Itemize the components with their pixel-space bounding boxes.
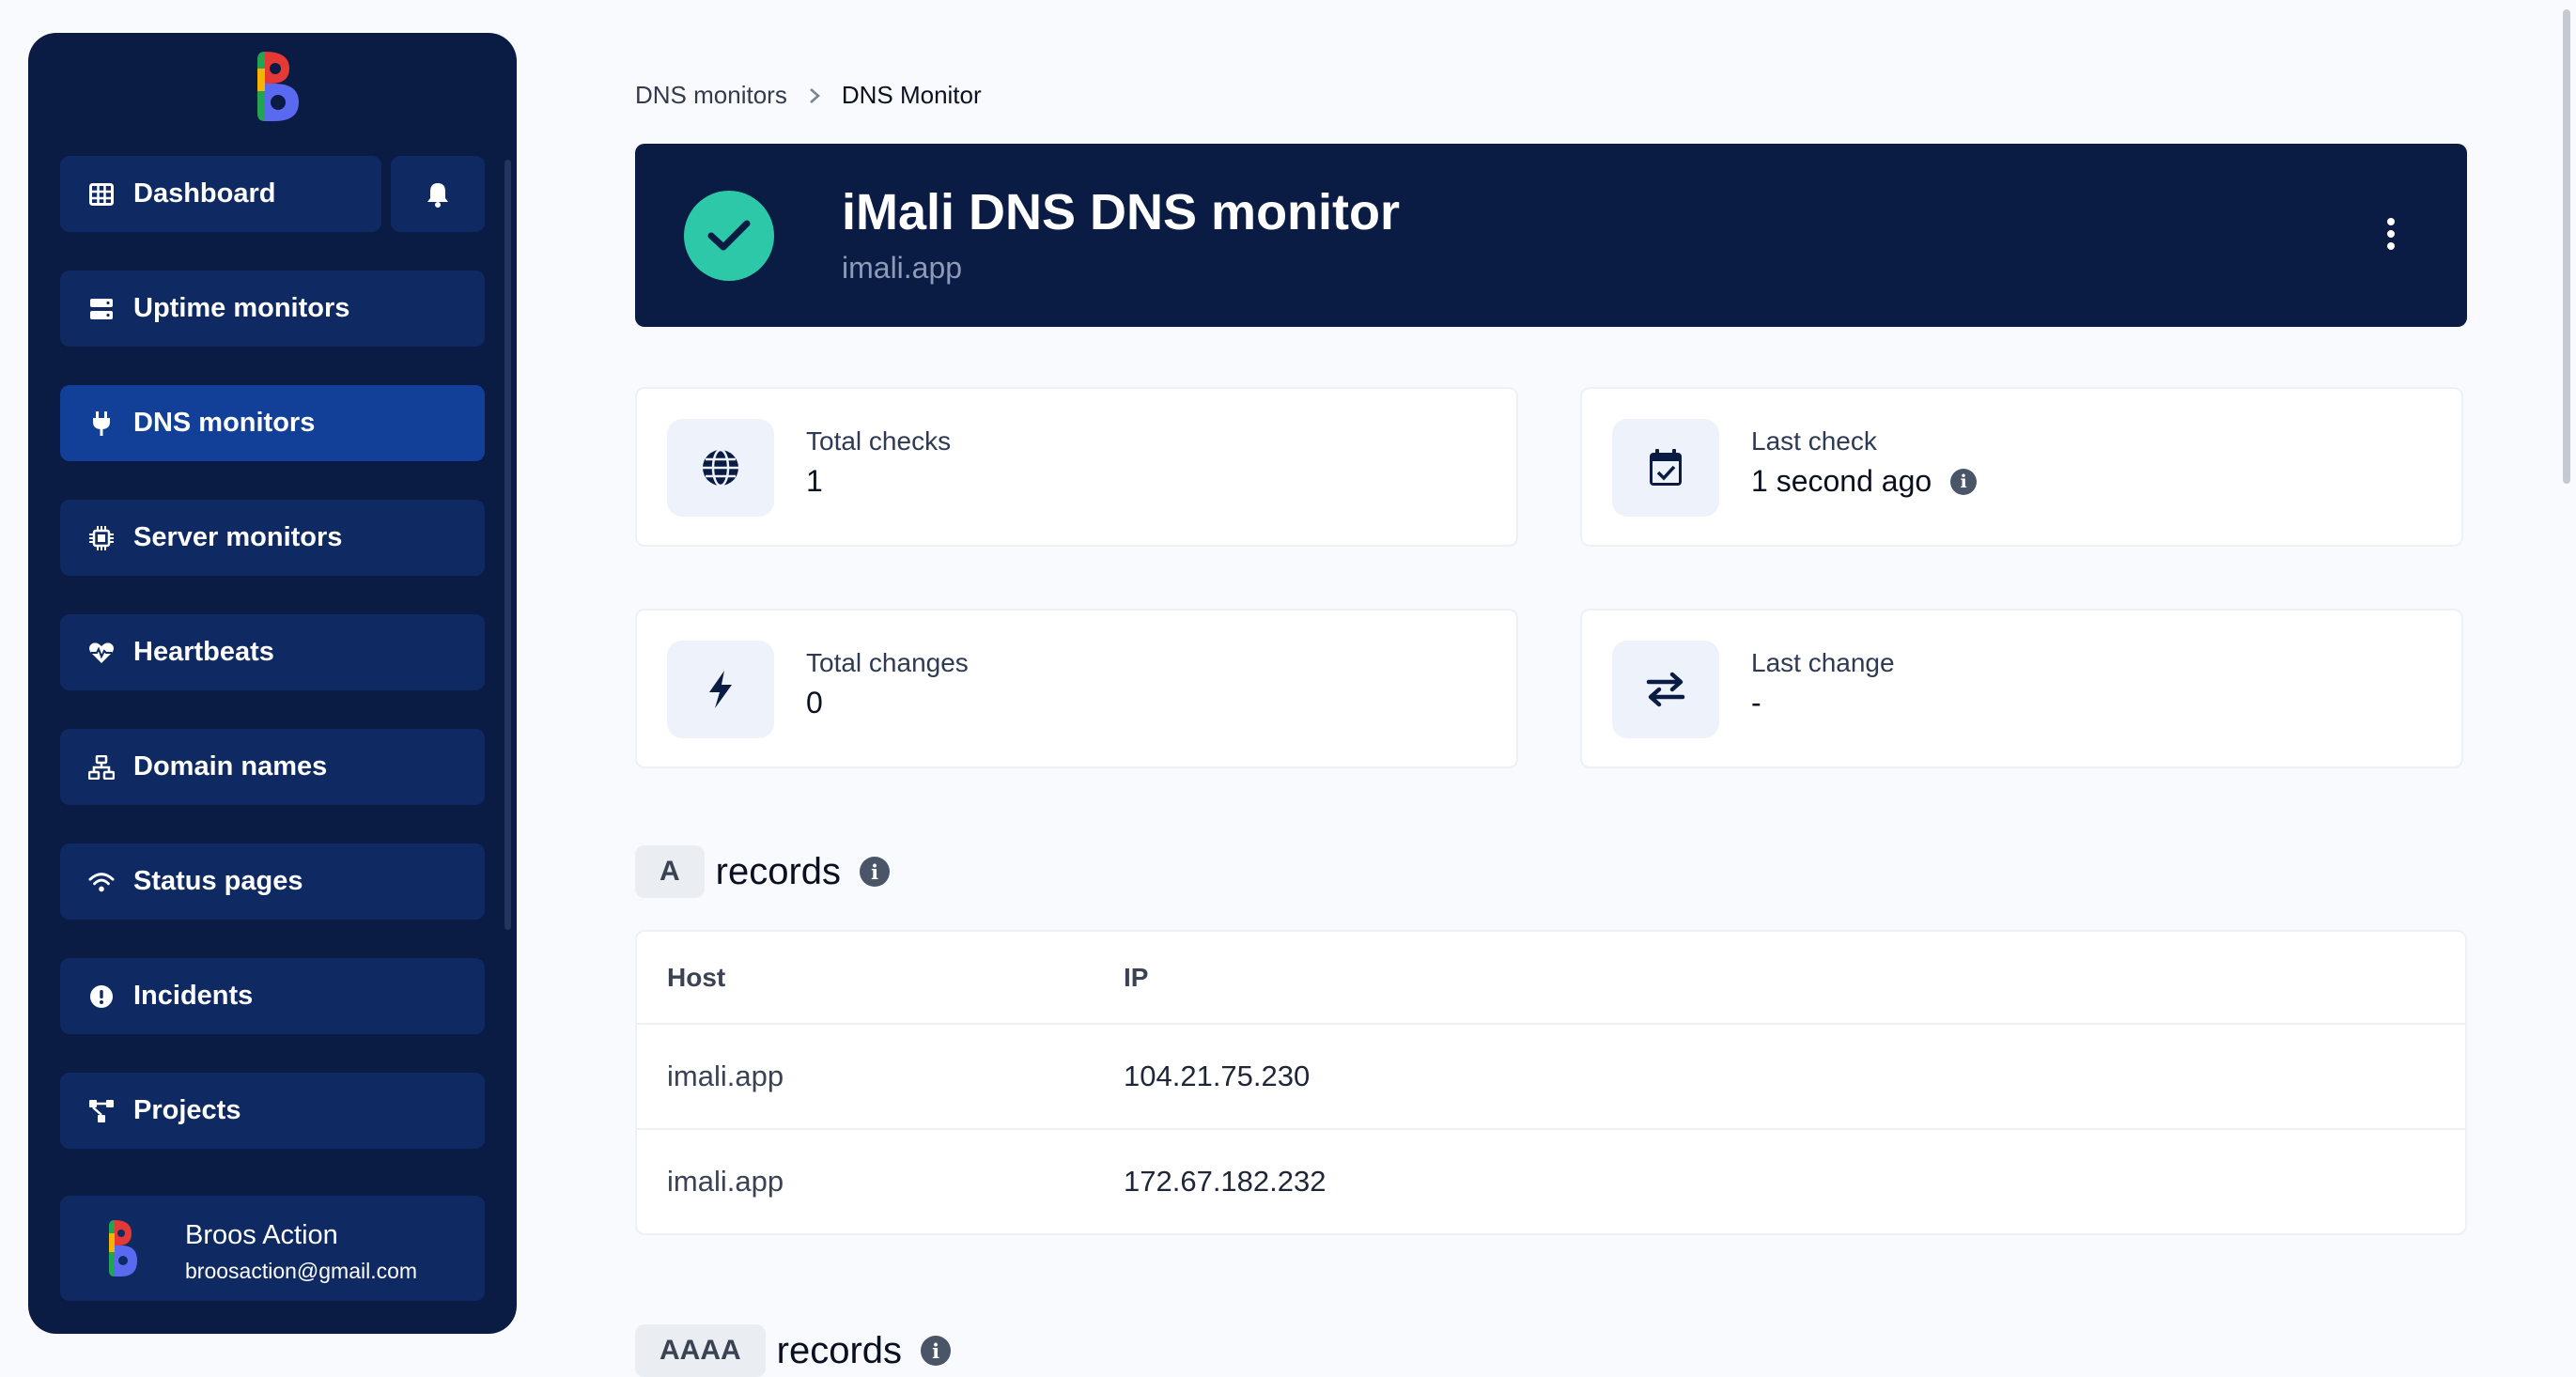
info-icon[interactable]: i xyxy=(1950,468,1978,495)
ip-cell: 104.21.75.230 xyxy=(1124,1060,1311,1092)
sidebar-item-label: Dashboard xyxy=(133,178,276,209)
table-row: imali.app 172.67.182.232 xyxy=(637,1128,2465,1233)
sidebar-item-uptime-monitors[interactable]: Uptime monitors xyxy=(60,271,485,347)
total-changes-value: 0 xyxy=(806,686,823,719)
sidebar-item-label: Incidents xyxy=(133,981,254,1011)
diagram-icon xyxy=(88,1098,115,1124)
page-scrollbar[interactable] xyxy=(2555,0,2576,1354)
stat-value: 1 xyxy=(806,464,823,499)
chip-icon xyxy=(88,525,115,551)
table-row: imali.app 104.21.75.230 xyxy=(637,1023,2465,1128)
record-type-badge: A xyxy=(635,845,705,898)
more-options-icon[interactable] xyxy=(2377,206,2405,262)
table-header: Host IP xyxy=(637,932,2465,1023)
host-cell: imali.app xyxy=(667,1165,784,1198)
breadcrumb-parent-link[interactable]: DNS monitors xyxy=(635,81,787,110)
stat-total-checks: Total checks 1 xyxy=(635,387,1518,547)
stat-total-changes: Total changes 0 xyxy=(635,609,1518,768)
info-icon[interactable]: i xyxy=(921,1336,952,1366)
sidebar-item-label: Status pages xyxy=(133,866,303,896)
server-icon xyxy=(88,296,115,322)
a-records-table: Host IP imali.app 104.21.75.230 imali.ap… xyxy=(635,930,2467,1235)
column-header-ip: IP xyxy=(1124,962,1149,992)
calendar-check-icon xyxy=(1612,419,1719,517)
stat-value: 1 second ago i xyxy=(1751,464,1978,499)
bell-icon xyxy=(427,182,448,208)
sidebar-item-heartbeats[interactable]: Heartbeats xyxy=(60,614,485,690)
sidebar-item-label: Projects xyxy=(133,1095,241,1125)
stat-label: Total changes xyxy=(806,648,969,677)
stat-label: Last change xyxy=(1751,648,1895,677)
notifications-button[interactable] xyxy=(391,156,485,232)
sidebar: Dashboard Uptime monitors DNS monitors S… xyxy=(28,33,517,1334)
sidebar-item-dashboard[interactable]: Dashboard xyxy=(60,156,381,232)
info-icon[interactable]: i xyxy=(860,857,891,887)
sidebar-item-label: Domain names xyxy=(133,751,328,781)
sidebar-item-status-pages[interactable]: Status pages xyxy=(60,843,485,920)
user-name: Broos Action xyxy=(185,1220,338,1250)
sidebar-item-label: Uptime monitors xyxy=(133,293,350,323)
bolt-icon xyxy=(667,641,774,738)
last-check-value: 1 second ago xyxy=(1751,464,1932,498)
monitor-domain: imali.app xyxy=(842,251,963,285)
avatar xyxy=(109,1220,137,1276)
sidebar-item-server-monitors[interactable]: Server monitors xyxy=(60,500,485,576)
stat-last-change: Last change - xyxy=(1580,609,2463,768)
alert-circle-icon xyxy=(88,983,115,1010)
user-profile[interactable]: Broos Action broosaction@gmail.com xyxy=(60,1196,485,1301)
sidebar-item-dns-monitors[interactable]: DNS monitors xyxy=(60,385,485,461)
stat-last-check: Last check 1 second ago i xyxy=(1580,387,2463,547)
total-checks-value: 1 xyxy=(806,464,823,498)
wifi-icon xyxy=(88,869,115,895)
record-type-badge: AAAA xyxy=(635,1324,766,1377)
last-change-value: - xyxy=(1751,686,1761,719)
ip-cell: 172.67.182.232 xyxy=(1124,1165,1327,1198)
status-check-icon xyxy=(684,191,774,281)
a-records-heading: A records i xyxy=(635,845,891,898)
sidebar-item-label: Heartbeats xyxy=(133,637,274,667)
breadcrumb: DNS monitors DNS Monitor xyxy=(635,81,982,110)
stat-label: Total checks xyxy=(806,426,952,456)
stat-label: Last check xyxy=(1751,426,1877,456)
plug-icon xyxy=(88,410,115,437)
column-header-host: Host xyxy=(667,962,726,992)
records-title: records xyxy=(776,1329,903,1371)
sidebar-item-projects[interactable]: Projects xyxy=(60,1073,485,1149)
sitemap-icon xyxy=(88,754,115,781)
host-cell: imali.app xyxy=(667,1060,784,1092)
scrollbar-thumb[interactable] xyxy=(2563,9,2570,484)
sidebar-scrollbar[interactable] xyxy=(504,160,511,930)
breadcrumb-current: DNS Monitor xyxy=(841,81,982,109)
arrows-exchange-icon xyxy=(1612,641,1719,738)
app-logo[interactable] xyxy=(250,50,303,123)
globe-icon xyxy=(667,419,774,517)
records-title: records xyxy=(715,850,842,892)
table-icon xyxy=(88,181,115,208)
chevron-right-icon xyxy=(808,86,821,105)
stat-value: 0 xyxy=(806,686,823,720)
sidebar-item-incidents[interactable]: Incidents xyxy=(60,958,485,1034)
aaaa-records-heading: AAAA records i xyxy=(635,1324,952,1377)
heart-pulse-icon xyxy=(88,640,115,666)
sidebar-item-domain-names[interactable]: Domain names xyxy=(60,729,485,805)
monitor-title: iMali DNS DNS monitor xyxy=(842,184,1401,240)
monitor-header: iMali DNS DNS monitor imali.app xyxy=(635,144,2467,327)
user-email: broosaction@gmail.com xyxy=(185,1259,418,1283)
sidebar-item-label: DNS monitors xyxy=(133,408,316,438)
stat-value: - xyxy=(1751,686,1761,720)
sidebar-item-label: Server monitors xyxy=(133,522,343,552)
